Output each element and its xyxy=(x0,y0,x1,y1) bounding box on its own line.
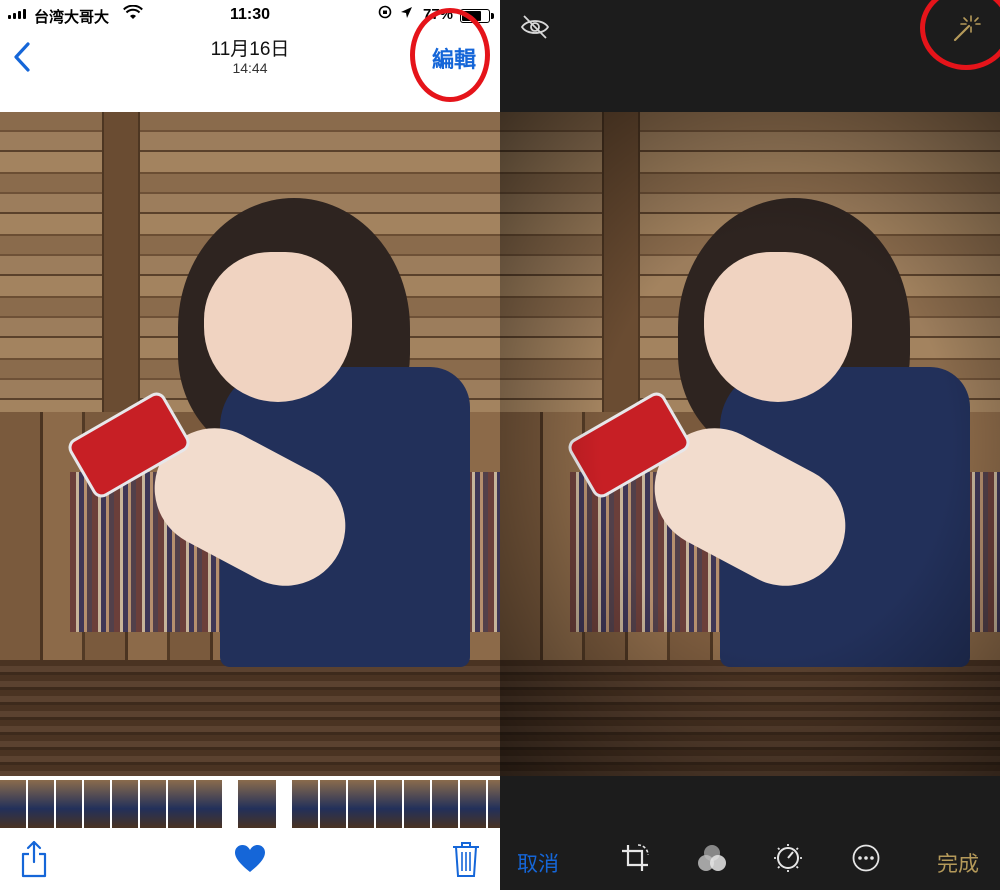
more-icon[interactable] xyxy=(851,843,881,873)
thumbnail-gap xyxy=(278,780,290,828)
thumbnail[interactable] xyxy=(28,780,54,828)
trash-icon[interactable] xyxy=(452,840,480,878)
thumbnail[interactable] xyxy=(488,780,500,828)
edit-toolbar: 取消 完成 xyxy=(500,776,1000,890)
thumbnail[interactable] xyxy=(376,780,402,828)
split-screenshot: 台湾大哥大 11:30 77% 11月16日 14:44 編輯 取消 完成 xyxy=(0,0,1000,890)
photo-editor-screen: 取消 完成 xyxy=(500,0,1000,890)
navigation-bar: 11月16日 14:44 編輯 xyxy=(0,30,500,110)
photo[interactable] xyxy=(0,112,500,776)
thumbnail[interactable] xyxy=(84,780,110,828)
photo-date: 11月16日 xyxy=(210,39,290,60)
magic-wand-icon[interactable] xyxy=(947,12,981,46)
thumbnail[interactable] xyxy=(140,780,166,828)
edit-button[interactable]: 編輯 xyxy=(432,42,476,74)
thumbnail[interactable] xyxy=(404,780,430,828)
thumbnail-strip[interactable] xyxy=(0,778,500,830)
editing-photo[interactable] xyxy=(500,112,1000,776)
status-bar: 台湾大哥大 11:30 77% xyxy=(0,0,500,30)
photo-viewer-screen: 台湾大哥大 11:30 77% 11月16日 14:44 編輯 xyxy=(0,0,500,890)
thumbnail[interactable] xyxy=(196,780,222,828)
thumbnail[interactable] xyxy=(56,780,82,828)
photo-toolbar xyxy=(0,830,500,890)
adjust-dial-icon[interactable] xyxy=(773,843,803,873)
thumbnail[interactable] xyxy=(460,780,486,828)
filters-icon[interactable] xyxy=(696,843,728,873)
thumbnail[interactable] xyxy=(348,780,374,828)
photo-time: 14:44 xyxy=(232,60,268,76)
thumbnail[interactable] xyxy=(432,780,458,828)
thumbnail-gap xyxy=(224,780,236,828)
thumbnail[interactable] xyxy=(168,780,194,828)
thumbnail[interactable] xyxy=(292,780,318,828)
cancel-button[interactable]: 取消 xyxy=(517,848,559,878)
battery-percent: 77% xyxy=(423,6,454,23)
crop-rotate-icon[interactable] xyxy=(620,843,650,873)
eye-slash-icon[interactable] xyxy=(520,14,550,40)
battery-icon xyxy=(460,9,494,23)
thumbnail[interactable] xyxy=(112,780,138,828)
rotation-lock-icon xyxy=(378,5,392,19)
heart-icon[interactable] xyxy=(234,844,266,874)
thumbnail[interactable] xyxy=(0,780,26,828)
done-button[interactable]: 完成 xyxy=(937,848,979,878)
location-arrow-icon xyxy=(401,6,412,18)
thumbnail-selected[interactable] xyxy=(238,780,276,828)
share-icon[interactable] xyxy=(20,840,48,878)
status-icons xyxy=(378,5,413,19)
thumbnail[interactable] xyxy=(320,780,346,828)
